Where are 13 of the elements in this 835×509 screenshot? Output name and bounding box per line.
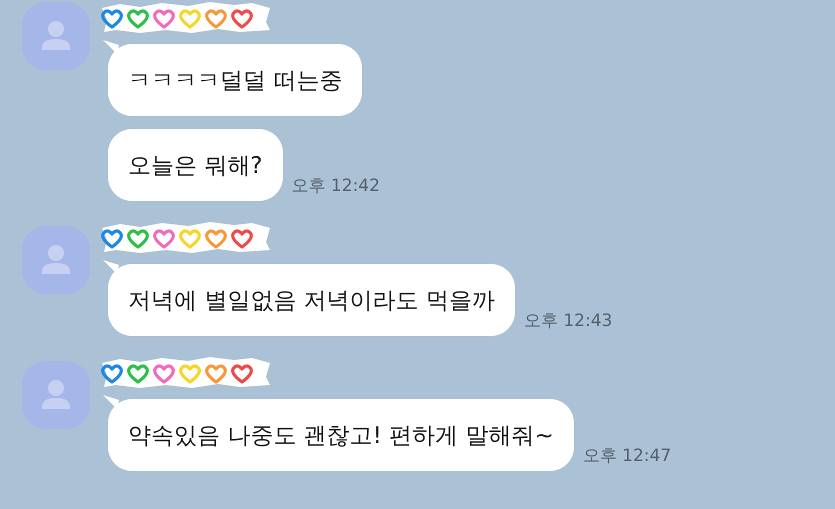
bubble-tail (103, 40, 119, 54)
message-time: 오후 12:47 (582, 445, 672, 467)
avatar-icon[interactable] (22, 361, 90, 429)
avatar-icon[interactable] (22, 226, 90, 294)
message-bubble[interactable]: ㅋㅋㅋㅋ덜덜 떠는중 (108, 44, 362, 116)
message-bubble[interactable]: 약속있음 나중도 괜찮고! 편하게 말해줘~ (108, 399, 574, 471)
message-time: 오후 12:42 (292, 175, 380, 197)
bubble-tail (103, 395, 119, 409)
message-bubble[interactable]: 오늘은 뭐해? (108, 129, 283, 201)
avatar-icon[interactable] (22, 2, 90, 70)
message-bubble[interactable]: 저녁에 별일없음 저녁이라도 먹을까 (108, 264, 515, 336)
bubble-tail (103, 260, 119, 274)
message-time: 오후 12:43 (524, 310, 612, 332)
